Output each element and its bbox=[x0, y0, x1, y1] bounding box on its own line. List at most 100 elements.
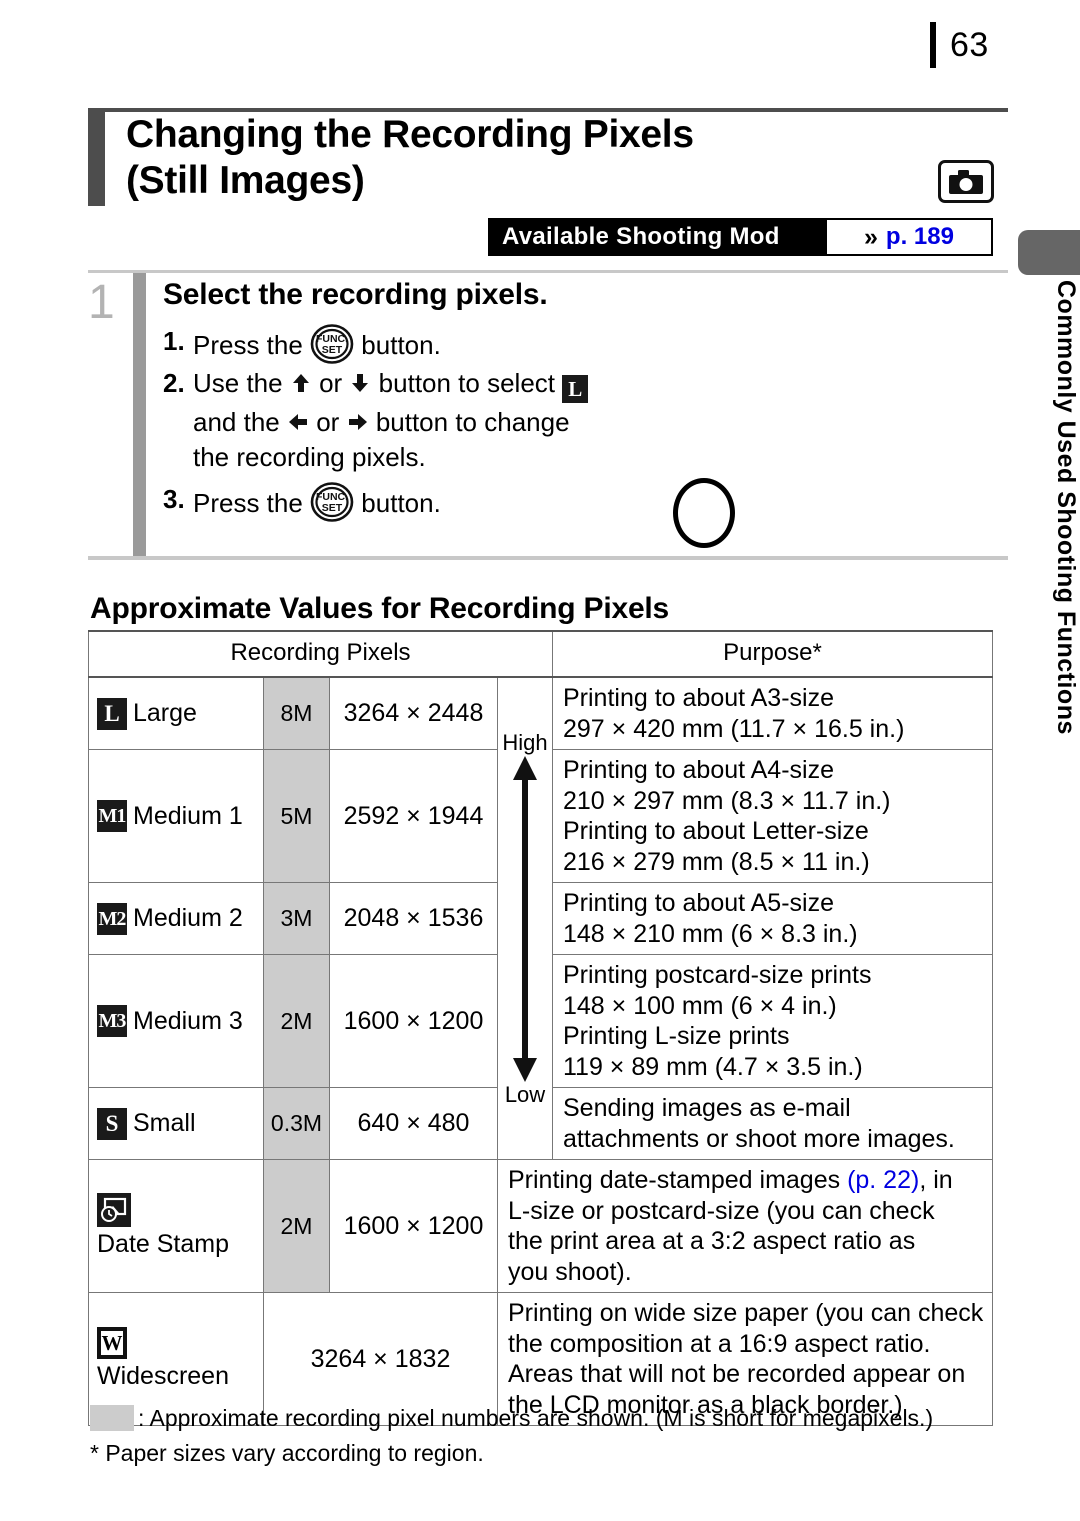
step-number: 1 bbox=[88, 276, 115, 329]
arrow-left-icon bbox=[287, 407, 309, 430]
widescreen-pixels-icon: W bbox=[97, 1327, 127, 1359]
substep-2-cont-or: or bbox=[316, 407, 340, 437]
row-megapixels: 0.3M bbox=[263, 1087, 330, 1160]
purpose-line: 210 × 297 mm (8.3 × 11.7 in.) bbox=[563, 786, 891, 815]
available-shooting-modes-badge: Available Shooting Mod » p. 189 bbox=[488, 218, 993, 256]
step-section-top-rule bbox=[88, 270, 1008, 273]
scale-low-label: Low bbox=[504, 1081, 546, 1107]
row-megapixels: 8M bbox=[263, 676, 330, 750]
table-row: Date Stamp 2M 1600 × 1200 Printing date-… bbox=[88, 1159, 993, 1293]
func-set-button-icon: FUNC. SET bbox=[310, 481, 354, 522]
purpose-line: 148 × 210 mm (6 × 8.3 in.) bbox=[563, 919, 858, 948]
step-heading: Select the recording pixels. bbox=[163, 278, 548, 311]
purpose-line: Printing to about A4-size bbox=[563, 756, 834, 784]
step-accent-bar bbox=[133, 273, 146, 556]
date-stamp-icon bbox=[97, 1193, 131, 1227]
func-set-button-icon: FUNC. SET bbox=[310, 324, 354, 364]
substep-2-cont-a: and the bbox=[193, 407, 280, 437]
row-dimensions: 1600 × 1200 bbox=[329, 1159, 498, 1293]
row-megapixels: 5M bbox=[263, 749, 330, 883]
row-label: Medium 2 bbox=[133, 904, 243, 932]
substep-1: 1. Press the FUNC. SET button. bbox=[163, 324, 783, 364]
table-row: L Large 8M 3264 × 2448 High Low Printing… bbox=[88, 676, 993, 1160]
purpose-line: 148 × 100 mm (6 × 4 in.) bbox=[563, 991, 837, 1020]
page-title: Changing the Recording Pixels (Still Ima… bbox=[126, 112, 694, 203]
purpose-page-link[interactable]: (p. 22) bbox=[847, 1166, 919, 1194]
row-label: Medium 3 bbox=[133, 1006, 243, 1035]
purpose-line: Printing postcard-size prints bbox=[563, 961, 872, 989]
purpose-line: Printing to about Letter-size bbox=[563, 817, 869, 845]
substep-1-text: Press the FUNC. SET button. bbox=[193, 324, 783, 364]
page-title-line1: Changing the Recording Pixels bbox=[126, 113, 694, 156]
substep-2-cont-line-2: the recording pixels. bbox=[193, 442, 426, 473]
header-purpose: Purpose* bbox=[552, 630, 993, 678]
camera-icon bbox=[938, 160, 994, 203]
row-dimensions: 2592 × 1944 bbox=[329, 749, 498, 883]
row-label: Date Stamp bbox=[97, 1230, 230, 1258]
substep-1-before: Press the bbox=[193, 330, 303, 360]
purpose-text-a: Printing date-stamped images bbox=[508, 1166, 848, 1194]
side-tab-block bbox=[1018, 230, 1080, 275]
large-pixels-icon: L bbox=[562, 375, 589, 403]
small-pixels-icon: S bbox=[97, 1107, 127, 1140]
purpose-line: L-size or postcard-size (you can check bbox=[508, 1196, 935, 1225]
modes-page-reference[interactable]: » p. 189 bbox=[825, 218, 993, 256]
purpose-line: Areas that will not be recorded appear o… bbox=[508, 1360, 966, 1388]
row-purpose: Printing to about A3-size 297 × 420 mm (… bbox=[552, 676, 993, 750]
available-shooting-modes-label: Available Shooting Mod bbox=[488, 218, 827, 256]
purpose-line: Printing date-stamped images (p. 22), in bbox=[508, 1165, 986, 1196]
purpose-line: Printing L-size prints bbox=[563, 1022, 790, 1050]
substep-2-text: Use the or button to select L bbox=[193, 366, 783, 403]
row-purpose: Printing to about A5-size 148 × 210 mm (… bbox=[552, 882, 993, 955]
lcd-circle-illustration bbox=[673, 478, 735, 548]
modes-page-link[interactable]: p. 189 bbox=[886, 223, 954, 251]
svg-text:SET: SET bbox=[322, 502, 343, 514]
purpose-line: 119 × 89 mm (4.7 × 3.5 in.) bbox=[563, 1052, 863, 1081]
row-name-large: L Large bbox=[88, 676, 264, 750]
page-title-line2: (Still Images) bbox=[126, 158, 365, 202]
purpose-line: attachments or shoot more images. bbox=[563, 1124, 955, 1153]
note-2: * Paper sizes vary according to region. bbox=[90, 1439, 484, 1466]
title-accent-bar bbox=[88, 108, 105, 206]
substep-2-before: Use the bbox=[193, 368, 283, 398]
row-label: Large bbox=[133, 699, 197, 727]
substep-3-before: Press the bbox=[193, 487, 303, 518]
row-name-medium-1: M1 Medium 1 bbox=[88, 749, 264, 883]
substep-2-after: button to select bbox=[378, 368, 556, 398]
row-purpose: Printing to about A4-size 210 × 297 mm (… bbox=[552, 749, 993, 883]
row-label: Widescreen bbox=[97, 1362, 229, 1390]
side-tab-label: Commonly Used Shooting Functions bbox=[1052, 280, 1080, 735]
row-label: Small bbox=[133, 1109, 196, 1137]
substep-2-number: 2. bbox=[163, 368, 185, 398]
section-heading: Approximate Values for Recording Pixels bbox=[90, 592, 670, 625]
row-name-small: S Small bbox=[88, 1087, 264, 1160]
quality-scale-column: High Low bbox=[497, 676, 553, 1160]
purpose-line: 216 × 279 mm (8.5 × 11 in.) bbox=[563, 847, 870, 876]
row-dimensions: 3264 × 2448 bbox=[329, 676, 498, 750]
row-name-medium-3: M3 Medium 3 bbox=[88, 954, 264, 1088]
substep-2-cont-b: button to change bbox=[375, 407, 570, 437]
page-number: 63 bbox=[950, 25, 989, 64]
scale-high-label: High bbox=[502, 729, 548, 755]
substep-2-cont-line-1: and the or button to change bbox=[163, 405, 783, 440]
purpose-line: Sending images as e-mail bbox=[563, 1094, 851, 1122]
purpose-line: the composition at a 16:9 aspect ratio. bbox=[508, 1329, 931, 1358]
medium2-pixels-icon: M2 bbox=[97, 902, 127, 935]
svg-text:SET: SET bbox=[322, 344, 343, 356]
note-1: : Approximate recording pixel numbers ar… bbox=[138, 1405, 934, 1431]
purpose-line: 297 × 420 mm (11.7 × 16.5 in.) bbox=[563, 714, 905, 743]
purpose-line: you shoot). bbox=[508, 1257, 632, 1286]
substep-3-after: button. bbox=[361, 487, 441, 518]
row-name-date-stamp: Date Stamp bbox=[88, 1159, 264, 1293]
recording-pixels-table: Recording Pixels Purpose* L Large 8M 326… bbox=[88, 630, 993, 1426]
arrow-right-icon bbox=[347, 407, 369, 430]
page-number-rule bbox=[930, 22, 936, 68]
header-recording-pixels: Recording Pixels bbox=[88, 630, 553, 678]
purpose-line: the print area at a 3:2 aspect ratio as bbox=[508, 1227, 916, 1255]
row-megapixels: 3M bbox=[263, 882, 330, 955]
row-dimensions: 640 × 480 bbox=[329, 1087, 498, 1160]
table-header-row: Recording Pixels Purpose* bbox=[88, 630, 993, 678]
substep-1-after: button. bbox=[361, 330, 441, 360]
substep-2: 2. Use the or button to select L bbox=[163, 366, 783, 403]
row-label: Medium 1 bbox=[133, 801, 243, 830]
